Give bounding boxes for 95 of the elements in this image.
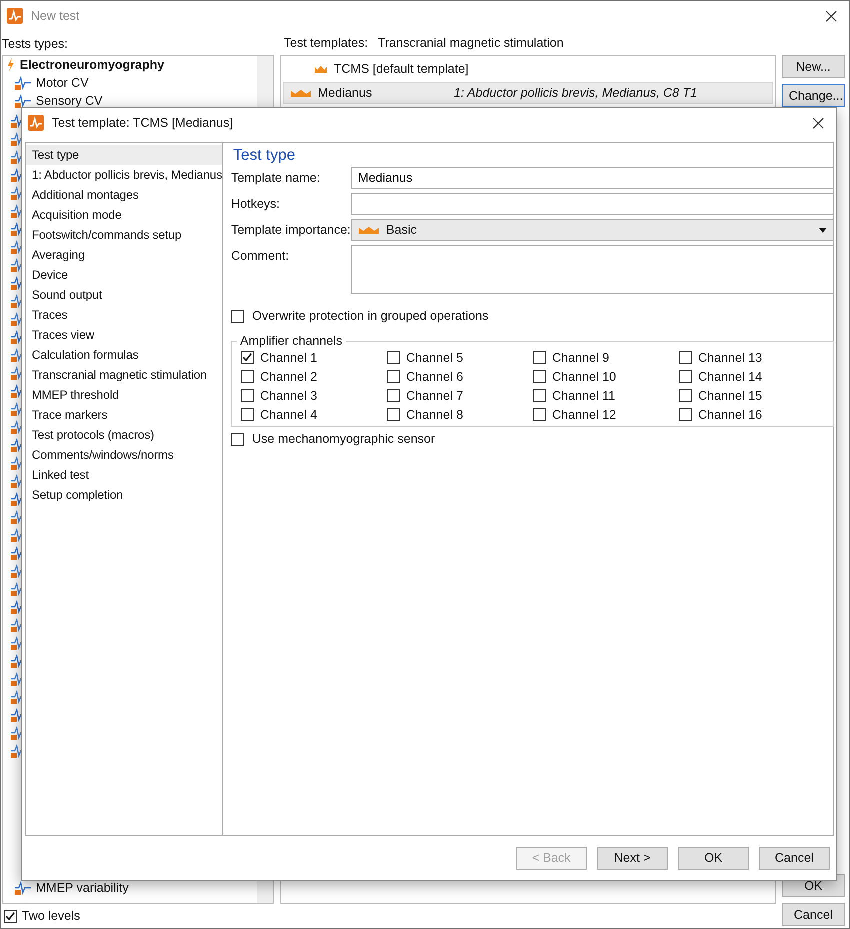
template-row[interactable]: TCMS [default template] [283, 58, 773, 80]
nav-item[interactable]: Sound output [26, 285, 222, 305]
nav-item[interactable]: Calculation formulas [26, 345, 222, 365]
checkbox-label: Channel 16 [698, 408, 762, 422]
checkbox-label: Channel 13 [698, 350, 762, 364]
nav-item[interactable]: Acquisition mode [26, 205, 222, 225]
nav-item[interactable]: Comments/windows/norms [26, 445, 222, 465]
crown-icon [314, 64, 328, 74]
app-logo-icon [7, 8, 23, 24]
mechanomyographic-checkbox[interactable] [231, 432, 244, 446]
lightning-icon [7, 58, 15, 72]
tree-item[interactable]: Sensory CV [36, 94, 103, 108]
nav-item[interactable]: MMEP threshold [26, 385, 222, 405]
window-title: New test [31, 9, 80, 23]
tests-types-label: Tests types: [2, 36, 69, 53]
channel-checkbox[interactable] [241, 370, 254, 383]
checkbox-label: Channel 4 [260, 408, 318, 422]
channel-checkbox[interactable] [241, 408, 254, 421]
channel-checkbox[interactable] [241, 351, 254, 364]
checkbox-label: Overwrite protection in grouped operations [252, 309, 489, 323]
field-label: Template importance: [231, 222, 352, 239]
template-name-field[interactable]: Medianus [351, 167, 834, 189]
nav-item[interactable]: Footswitch/commands setup [26, 225, 222, 245]
checkbox-label: Channel 3 [260, 388, 318, 402]
two-levels-label: Two levels [22, 909, 80, 923]
channel-checkbox[interactable] [241, 389, 254, 402]
side-button[interactable]: New... [782, 55, 845, 78]
importance-dropdown[interactable]: Basic [351, 219, 834, 241]
test-templates-label: Test templates: [284, 36, 368, 50]
app-logo-icon [28, 115, 44, 131]
dialog-button[interactable]: Cancel [759, 846, 830, 870]
close-icon[interactable] [826, 10, 837, 22]
close-icon[interactable] [813, 118, 824, 128]
channel-checkbox[interactable] [679, 351, 692, 364]
nav-item[interactable]: Linked test [26, 465, 222, 485]
nav-item[interactable]: Averaging [26, 245, 222, 265]
checkbox-label: Channel 8 [406, 408, 464, 422]
dialog-button[interactable]: OK [678, 846, 749, 870]
channel-checkbox[interactable] [387, 351, 400, 364]
dialog-title: Test template: TCMS [Medianus] [52, 116, 234, 130]
crown-icon [290, 88, 312, 98]
checkbox-label: Channel 1 [260, 350, 318, 364]
nav-item[interactable]: Setup completion [26, 485, 222, 505]
field-label: Comment: [231, 248, 290, 265]
field-label: Template name: [231, 170, 322, 187]
channel-checkbox[interactable] [679, 408, 692, 421]
test-category-text: Transcranial magnetic stimulation [378, 36, 564, 50]
nav-item[interactable]: Device [26, 265, 222, 285]
checkbox-label: Use mechanomyographic sensor [252, 432, 436, 446]
section-heading: Test type [232, 146, 296, 166]
hotkeys-field[interactable] [351, 193, 834, 215]
dropdown-arrow-icon [819, 228, 828, 232]
nav-item[interactable]: Test protocols (macros) [26, 425, 222, 445]
nav-item[interactable]: Traces view [26, 325, 222, 345]
checkbox-label: Channel 2 [260, 370, 318, 384]
channel-checkbox[interactable] [387, 408, 400, 421]
template-row[interactable]: Medianus 1: Abductor pollicis brevis, Medianus, C8 T1 [283, 82, 773, 104]
checkbox-label: Channel 14 [698, 370, 762, 384]
comment-field[interactable] [351, 245, 834, 294]
dialog-button[interactable]: Cancel [782, 903, 845, 926]
checkbox-label: Channel 12 [552, 408, 616, 422]
tree-item[interactable]: Motor CV [36, 76, 89, 90]
checkbox-label: Channel 11 [552, 388, 616, 402]
overwrite-checkbox[interactable] [231, 310, 244, 322]
nav-item[interactable]: Traces [26, 305, 222, 325]
tree-item[interactable]: Electroneuromyography [20, 58, 164, 72]
two-levels-checkbox[interactable] [4, 910, 17, 922]
channel-checkbox[interactable] [679, 389, 692, 402]
channel-checkbox[interactable] [533, 370, 546, 383]
nav-item[interactable]: 1: Abductor pollicis brevis, Medianus [26, 165, 222, 185]
checkbox-label: Channel 10 [552, 370, 616, 384]
checkbox-label: Channel 5 [406, 350, 464, 364]
test-type-icon [15, 76, 31, 90]
nav-item[interactable]: Test type [26, 145, 222, 165]
channel-checkbox[interactable] [679, 370, 692, 383]
checkbox-label: Channel 15 [698, 388, 762, 402]
channel-checkbox[interactable] [533, 408, 546, 421]
group-title: Amplifier channels [239, 334, 344, 348]
channel-checkbox[interactable] [533, 389, 546, 402]
field-label: Hotkeys: [231, 196, 282, 213]
test-type-icon [15, 881, 31, 895]
nav-item[interactable]: Transcranial magnetic stimulation [26, 365, 222, 385]
checkbox-label: Channel 6 [406, 370, 464, 384]
channel-checkbox[interactable] [387, 370, 400, 383]
nav-item[interactable]: Trace markers [26, 405, 222, 425]
tree-item[interactable]: MMEP variability [36, 881, 129, 895]
test-type-icon [15, 94, 31, 108]
side-button[interactable]: Change... [782, 84, 845, 107]
channel-checkbox[interactable] [387, 389, 400, 402]
checkbox-label: Channel 7 [406, 388, 464, 402]
channel-checkbox[interactable] [533, 351, 546, 364]
crown-icon [358, 226, 380, 234]
nav-item[interactable]: Additional montages [26, 185, 222, 205]
dialog-button[interactable]: Next > [597, 846, 668, 870]
checkbox-label: Channel 9 [552, 350, 610, 364]
